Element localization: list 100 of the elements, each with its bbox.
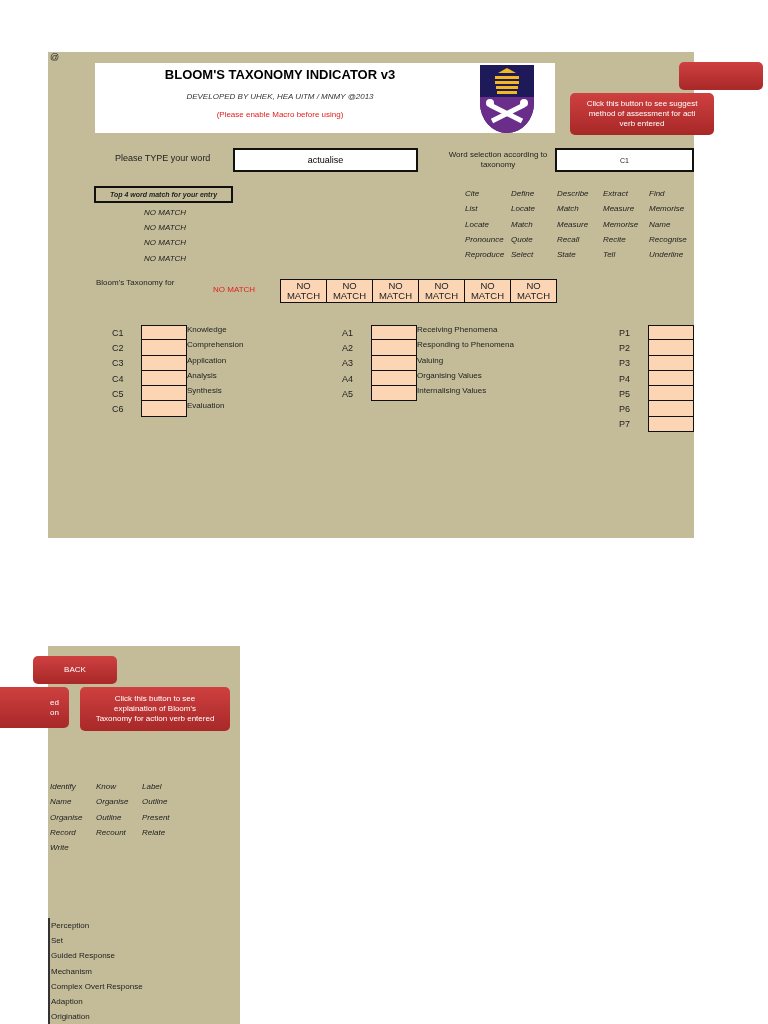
level-name: Knowledge [187,325,227,334]
sheet-title: BLOOM'S TAXONOMY INDICATOR v3 [164,67,396,82]
level-code: C3 [112,358,125,369]
verb-word: Memorise [603,218,640,231]
word-label: Please TYPE your word [115,153,211,163]
verb-word: Locate [465,218,491,231]
level-name: Synthesis [187,386,222,396]
level-cell [648,401,694,417]
level-code: P1 [619,327,631,338]
verb-word: Present [142,811,171,824]
level-code: C6 [112,404,125,415]
level-cell [141,401,187,417]
verb-word: State [557,249,577,262]
verb-word: Tell [603,249,617,262]
level-name: Mechanism [51,965,93,978]
level-cell [141,325,187,341]
match-result: NO MATCH [144,222,187,235]
taxonomy-cell: NO MATCH [510,280,556,302]
level-code: C5 [112,388,125,399]
verb-word: Reproduce [465,249,506,262]
level-name: Adaption [51,996,84,1008]
level-name: Analysis [187,370,217,380]
taxonomy-value: NO MATCH [213,285,256,294]
verb-word: Outline [142,796,169,809]
verb-word: Extract [603,188,629,200]
verb-word: Organise [50,811,84,824]
level-cell [371,325,417,341]
level-code: P6 [619,404,631,415]
verb-word: List [465,203,479,216]
level-name: Guided Response [51,950,117,963]
level-code: P3 [619,358,631,369]
corner-mark: @ [50,52,60,62]
level-code: P7 [619,419,631,430]
level-code: A1 [342,327,354,338]
level-name: Perception [51,920,91,932]
level-code: P2 [619,342,631,353]
macro-button[interactable]: ed on [0,687,69,728]
back-button[interactable]: BACK [33,656,117,684]
verb-word: Memorise [649,203,686,216]
developer-credit: DEVELOPED BY UHEK, HEA UiTM / MNMY @2013 [186,92,374,101]
verb-word: Underline [649,249,685,262]
verb-word: Organise [96,796,130,809]
verb-word: Recall [557,233,581,246]
level-name: Application [187,355,227,365]
taxonomy-label: Bloom's Taxonomy for [96,278,175,287]
match-result: NO MATCH [144,237,187,250]
verb-word: Label [142,781,163,793]
verb-word: Name [649,218,672,231]
level-name: Complex Overt Response [51,980,143,993]
level-code: C4 [112,373,125,384]
word-input[interactable]: actualise [233,148,418,172]
level-code: A5 [342,388,354,399]
explain-button[interactable]: Click this button to see explaination of Bloom's Taxonomy for action verb entered [80,687,230,731]
level-name: Organising Values [417,370,482,380]
level-cell [371,340,417,356]
verb-word: Recite [603,233,627,246]
level-cell [648,386,694,402]
level-cell [648,340,694,356]
level-code: P4 [619,373,631,384]
level-name: Responding to Phenomena [417,340,514,350]
level-name: Comprehension [187,340,244,350]
verb-word: Pronounce [465,233,505,246]
verb-word: Know [96,781,118,793]
level-code: A4 [342,373,354,384]
verb-word: Measure [557,218,590,231]
match-result: NO MATCH [144,207,187,219]
level-cell [648,325,694,341]
level-name: Origination [51,1011,91,1024]
verb-word: Write [50,842,70,855]
verb-word: Outline [96,811,123,824]
verb-word: Select [511,249,535,262]
verb-word: Match [557,203,580,216]
verb-word: Name [50,796,73,809]
verb-word: Recognise [649,233,688,246]
macro-notice: (Please enable Macro before using) [216,110,344,119]
level-name: Internalising Values [417,386,487,396]
selection-label: Word selection according to taxonomy [447,150,549,170]
match-result: NO MATCH [144,252,187,265]
taxonomy-cell: NO MATCH [464,280,510,302]
verb-word: Quote [511,233,534,246]
assessment-button[interactable]: Click this button to see suggest method of assessment for acti verb entered [570,93,714,135]
level-cell [141,340,187,356]
verb-word: Record [50,826,77,839]
verb-word: Identify [50,781,77,793]
taxonomy-cell: NO MATCH [281,280,326,302]
level-cell [141,386,187,402]
taxonomy-cell: NO MATCH [372,280,418,302]
verb-word: Measure [603,203,636,216]
taxonomy-cell: NO MATCH [418,280,464,302]
verb-word: Describe [557,188,590,200]
verb-word: Match [511,218,534,231]
level-code: C2 [112,342,125,353]
verb-word: Find [649,188,666,200]
verb-word: Relate [142,826,167,839]
level-code: C1 [112,327,125,338]
level-code: A3 [342,358,354,369]
macro-button[interactable] [679,62,763,90]
level-name: Evaluation [187,401,225,411]
level-cell [371,386,417,402]
taxonomy-cell: NO MATCH [326,280,372,302]
